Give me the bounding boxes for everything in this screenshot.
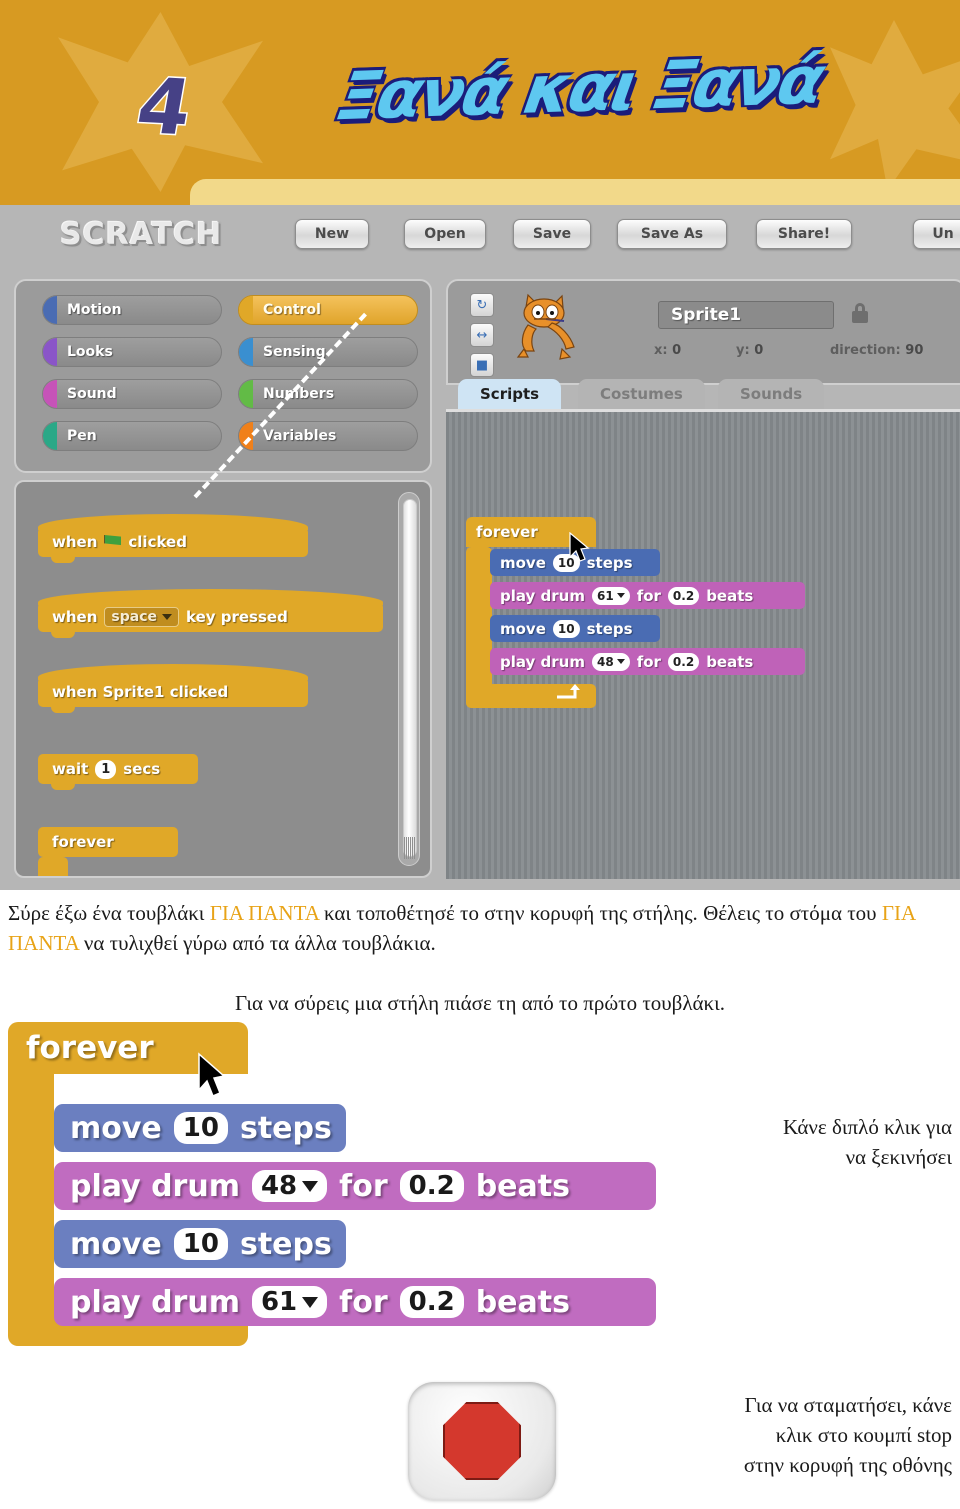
tab-scripts[interactable]: Scripts	[458, 379, 562, 409]
drum-beats-input[interactable]: 0.2	[667, 586, 700, 605]
no-rotation-button[interactable]: ■	[470, 353, 494, 377]
beats-value: 0.2	[399, 1286, 464, 1318]
numbers-color-swatch	[239, 380, 253, 408]
tab-sounds[interactable]: Sounds	[718, 379, 825, 409]
rotate-freely-button[interactable]: ↻	[470, 293, 494, 317]
scratch-window: SCRATCH New Open Save Save As Share! Un …	[0, 205, 960, 890]
wait-seconds-input[interactable]: 1	[95, 759, 117, 779]
sprite-y-label: y: 0	[736, 343, 764, 358]
move-steps-input[interactable]: 10	[552, 619, 580, 638]
scrollbar-grip-icon	[404, 837, 416, 859]
tab-costumes[interactable]: Costumes	[578, 379, 705, 409]
key-dropdown[interactable]: space	[104, 607, 179, 627]
palette-block-when-flag-clicked[interactable]: when clicked	[38, 514, 308, 563]
scratch-toolbar: SCRATCH New Open Save Save As Share! Un	[0, 205, 960, 267]
lock-icon[interactable]	[852, 303, 868, 323]
sprite-info-panel: ↻ ↔ ■ Sprite1 x: 0 y: 0 direction: 90	[446, 279, 960, 385]
flip-only-button[interactable]: ↔	[470, 323, 494, 347]
banner-bottom-strip	[190, 179, 960, 205]
instruction-paragraph-1: Σύρε έξω ένα τουβλάκι ΓΙΑ ΠΑΝΤΑ και τοπο…	[8, 901, 915, 955]
note-double-click: Κάνε διπλό κλικ για να ξεκινήσει	[783, 1115, 952, 1169]
category-control[interactable]: Control	[238, 295, 418, 325]
move-steps-value: 10	[173, 1112, 228, 1144]
illustration-block-move-1: move 10 steps	[54, 1104, 346, 1152]
looks-color-swatch	[43, 338, 57, 366]
pen-color-swatch	[43, 422, 57, 450]
chevron-down-icon	[616, 659, 625, 664]
loop-arrow-icon	[601, 1328, 633, 1349]
category-panel: Motion Looks Sound Pen Control Sensing N…	[14, 279, 432, 473]
script-block-play-drum-1[interactable]: play drum 61 for 0.2 beats	[490, 582, 805, 609]
share-button[interactable]: Share!	[756, 219, 852, 249]
illustration-block-play-drum-2: play drum 61 for 0.2 beats	[54, 1278, 656, 1326]
illustration-forever-left-arm	[8, 1074, 54, 1300]
sound-color-swatch	[43, 380, 57, 408]
sprite-x-label: x: 0	[654, 343, 682, 358]
drum-value: 61	[251, 1286, 328, 1318]
undo-button[interactable]: Un	[913, 219, 960, 249]
category-variables[interactable]: Variables	[238, 421, 418, 451]
category-pen[interactable]: Pen	[42, 421, 222, 451]
note-stop-instruction: Για να σταματήσει, κάνε κλικ στο κουμπί …	[743, 1393, 952, 1477]
sprite-thumbnail-cat	[516, 293, 575, 360]
mouse-cursor-icon	[569, 532, 590, 562]
instruction-paragraph-2: Για να σύρεις μια στήλη πιάσε τη από το …	[234, 991, 726, 1015]
control-color-swatch	[239, 296, 253, 324]
palette-block-wait-secs[interactable]: wait 1 secs	[38, 754, 198, 790]
stop-button[interactable]	[408, 1382, 556, 1500]
loop-arrow-icon	[557, 684, 580, 699]
palette-scrollbar-thumb[interactable]	[403, 499, 417, 857]
save-as-button[interactable]: Save As	[617, 219, 727, 249]
forever-left-arm	[38, 857, 68, 876]
category-looks[interactable]: Looks	[42, 337, 222, 367]
category-motion[interactable]: Motion	[42, 295, 222, 325]
open-button[interactable]: Open	[404, 219, 486, 249]
block-palette[interactable]: when clicked when space key pressed when…	[14, 480, 432, 878]
sensing-color-swatch	[239, 338, 253, 366]
highlight-gia-panta: ΓΙΑ ΠΑΝΤΑ	[209, 901, 319, 925]
palette-block-when-key-pressed[interactable]: when space key pressed	[38, 589, 383, 638]
script-illustration: forever move 10 steps play drum 48 for 0…	[8, 1022, 668, 1362]
chevron-down-icon	[616, 593, 625, 598]
motion-color-swatch	[43, 296, 57, 324]
script-block-play-drum-2[interactable]: play drum 48 for 0.2 beats	[490, 648, 805, 675]
category-numbers[interactable]: Numbers	[238, 379, 418, 409]
palette-scrollbar[interactable]	[398, 492, 420, 866]
illustration-block-move-2: move 10 steps	[54, 1220, 346, 1268]
green-flag-icon	[104, 535, 122, 546]
stop-octagon-icon	[443, 1402, 521, 1480]
mouse-cursor-icon	[198, 1052, 226, 1097]
category-sound[interactable]: Sound	[42, 379, 222, 409]
star-decoration-right	[830, 20, 960, 190]
lesson-banner: 4 Ξανά και Ξανά	[0, 0, 960, 205]
forever-left-arm	[466, 547, 492, 707]
palette-block-when-sprite-clicked[interactable]: when Sprite1 clicked	[38, 664, 308, 713]
sprite-name-field[interactable]: Sprite1	[658, 301, 834, 329]
scratch-logo: SCRATCH	[60, 217, 223, 252]
save-button[interactable]: Save	[513, 219, 591, 249]
drum-value: 48	[251, 1170, 328, 1202]
scripts-canvas[interactable]: forever move 10 steps play drum 61 for 0…	[446, 409, 960, 879]
illustration-block-play-drum-1: play drum 48 for 0.2 beats	[54, 1162, 656, 1210]
chevron-down-icon	[302, 1180, 319, 1192]
chevron-down-icon	[162, 614, 172, 620]
chevron-down-icon	[302, 1296, 319, 1308]
drum-dropdown[interactable]: 48	[591, 652, 630, 671]
drum-beats-input[interactable]: 0.2	[667, 652, 700, 671]
script-block-move-2[interactable]: move 10 steps	[490, 615, 660, 642]
sprite-direction-label: direction: 90	[830, 343, 924, 358]
new-button[interactable]: New	[295, 219, 369, 249]
drum-dropdown[interactable]: 61	[591, 586, 630, 605]
lesson-title: Ξανά και Ξανά	[332, 41, 828, 136]
beats-value: 0.2	[399, 1170, 464, 1202]
move-steps-value: 10	[173, 1228, 228, 1260]
